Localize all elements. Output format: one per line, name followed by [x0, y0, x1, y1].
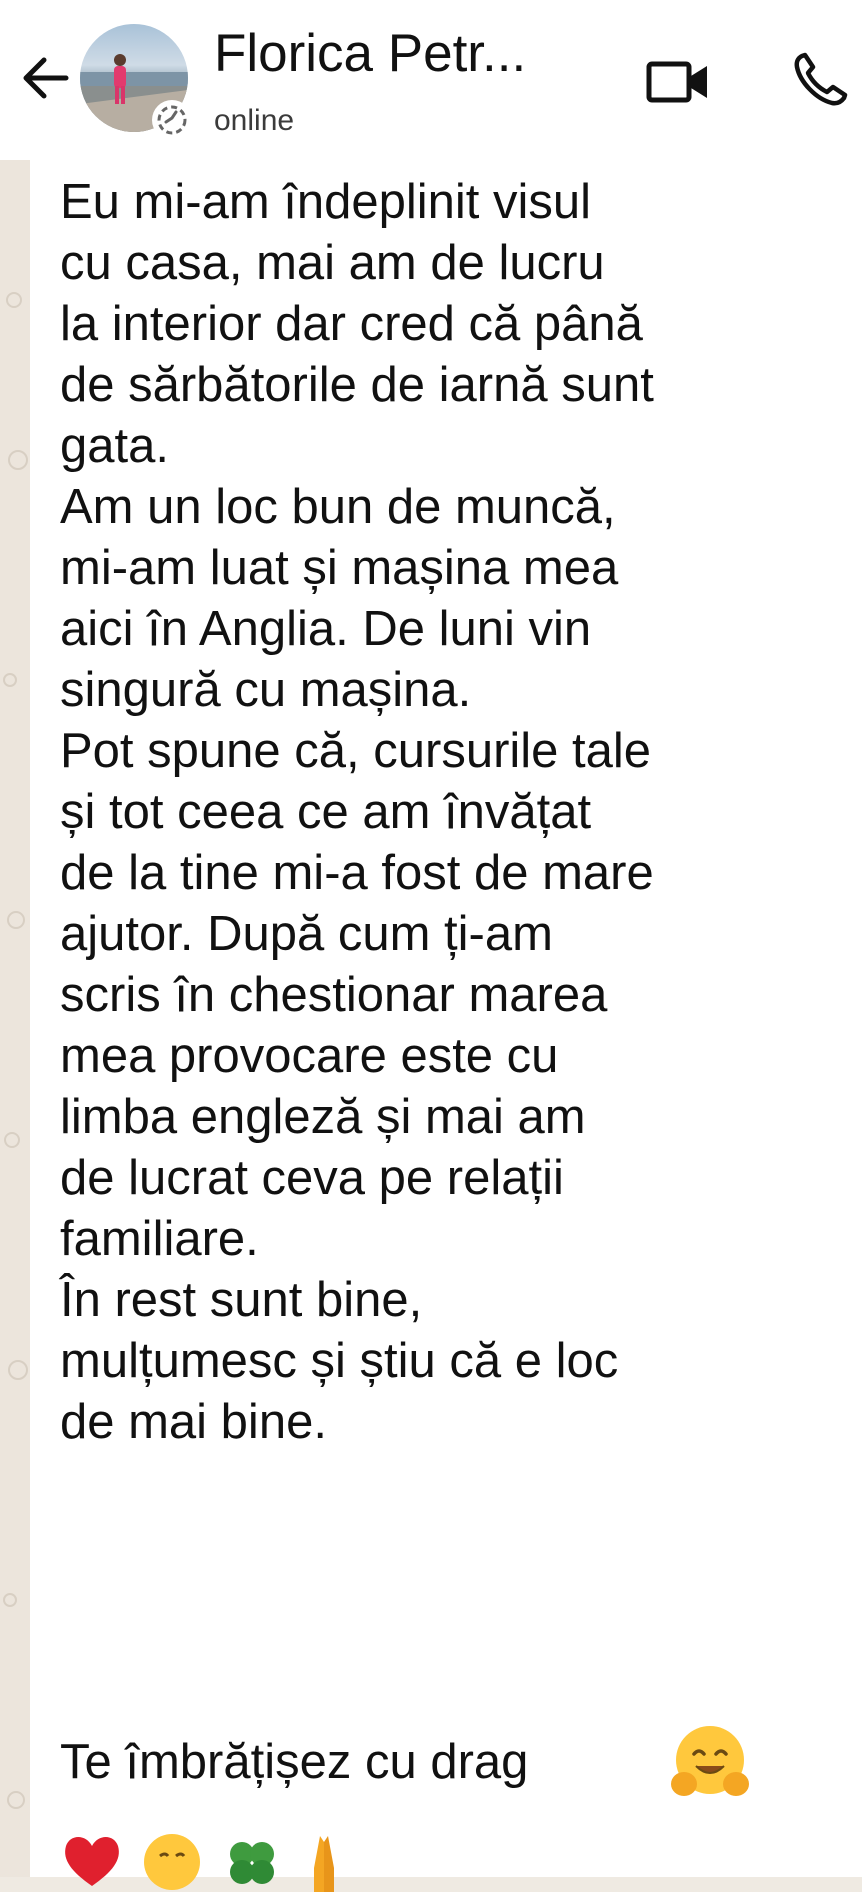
chat-header: Florica Petr... online: [0, 0, 862, 160]
red-heart-emoji: [65, 1837, 119, 1886]
smiling-face-emoji: [144, 1834, 200, 1890]
arrow-left-icon[interactable]: [18, 50, 74, 106]
contact-status: online: [214, 104, 295, 137]
four-leaf-clover-emoji: [230, 1842, 274, 1884]
status-ring: [152, 100, 192, 140]
status-update-icon: [157, 105, 187, 135]
contact-name[interactable]: Florica Petr...: [214, 22, 614, 86]
phone-icon[interactable]: [790, 50, 850, 110]
video-camera-icon[interactable]: [645, 56, 713, 108]
hugging-face-emoji: [671, 1726, 749, 1796]
message-closing-text: Te îmbrățișez cu drag: [60, 1735, 529, 1789]
folded-hands-emoji: [314, 1836, 334, 1892]
emoji-row: [60, 1828, 660, 1892]
message-text: Eu mi-am îndeplinit visul cu casa, mai a…: [60, 175, 654, 1449]
